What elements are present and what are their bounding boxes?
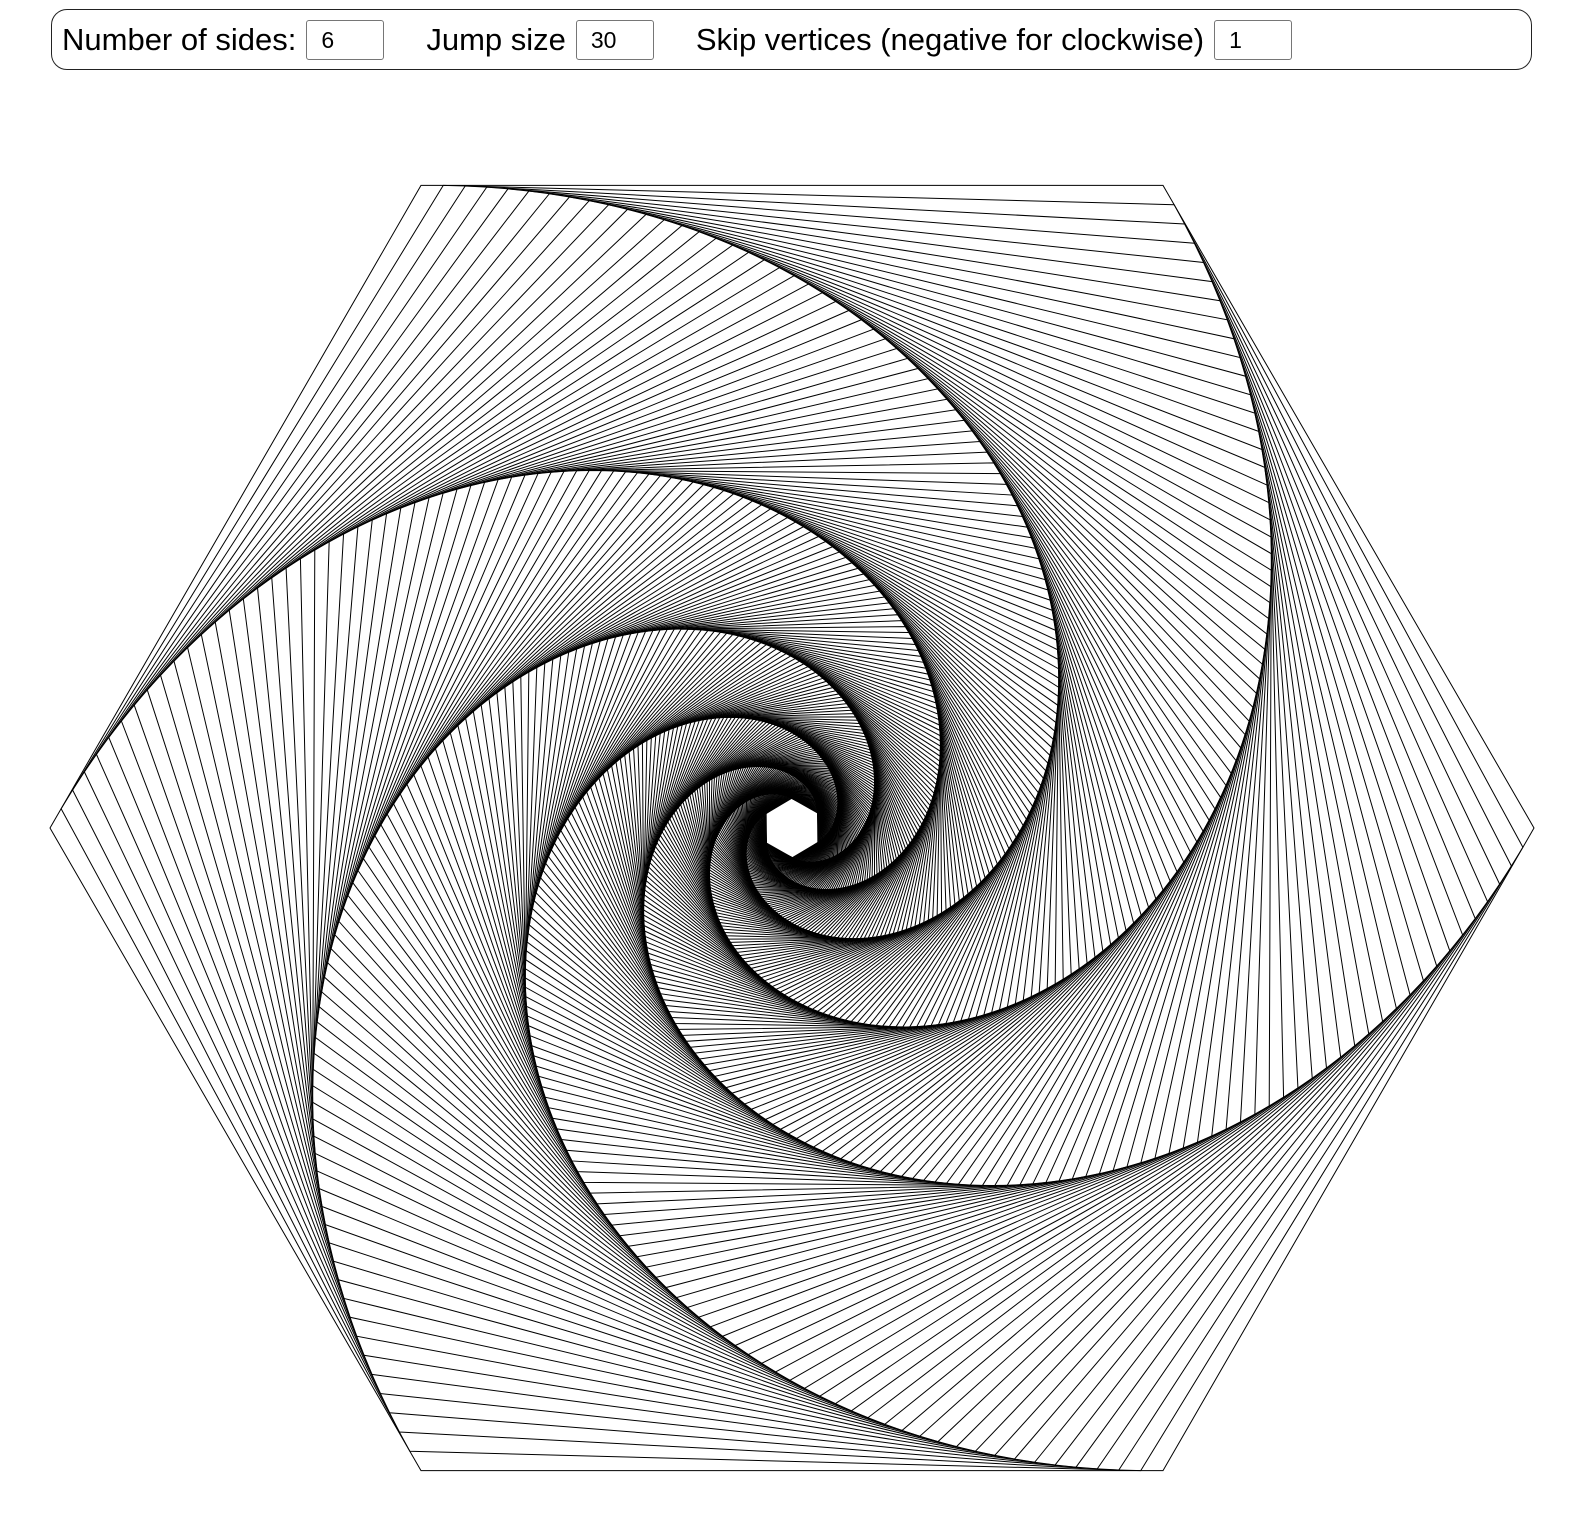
- spiral-polygon: [542, 590, 1042, 1066]
- spiral-polygon: [512, 512, 1072, 1144]
- spiral-polygon: [442, 481, 1142, 1175]
- spiral-polygon: [83, 186, 1501, 1470]
- spiral-polygon: [342, 398, 1242, 1258]
- spiral-polygon: [173, 208, 1411, 1448]
- spiral-polygon: [368, 451, 1216, 1205]
- spiral-polygon: [362, 440, 1222, 1216]
- spiral-polygon: [72, 185, 1512, 1471]
- spiral-polygon: [95, 188, 1489, 1468]
- spiral-polygon: [472, 493, 1112, 1163]
- spiral-polygon: [323, 347, 1261, 1309]
- spiral-polygon: [313, 300, 1271, 1356]
- spiral-polygon: [60, 184, 1524, 1472]
- spiral-polygon: [525, 530, 1059, 1126]
- spiral-polygon: [553, 614, 1031, 1042]
- spiral-polygon: [321, 338, 1263, 1318]
- spiral-polygon: [434, 479, 1150, 1177]
- spiral-lines: [49, 184, 1535, 1472]
- spiral-polygon: [399, 471, 1185, 1185]
- spiral-polygon: [146, 200, 1438, 1456]
- spiral-polygon: [504, 508, 1080, 1148]
- spiral-polygon: [393, 470, 1191, 1186]
- spiral-polygon: [374, 462, 1210, 1194]
- spiral-polygon: [406, 472, 1178, 1184]
- spiral-polygon: [271, 251, 1313, 1405]
- spiral-polygon: [256, 244, 1328, 1412]
- spiral-polygon: [540, 584, 1044, 1072]
- spiral-polygon: [312, 283, 1272, 1373]
- spiral-polygon: [299, 267, 1285, 1389]
- spiral-polygon: [312, 292, 1272, 1364]
- spiral-drawing: [49, 184, 1535, 1472]
- spiral-polygon: [314, 309, 1270, 1347]
- spiral-polygon: [214, 225, 1370, 1431]
